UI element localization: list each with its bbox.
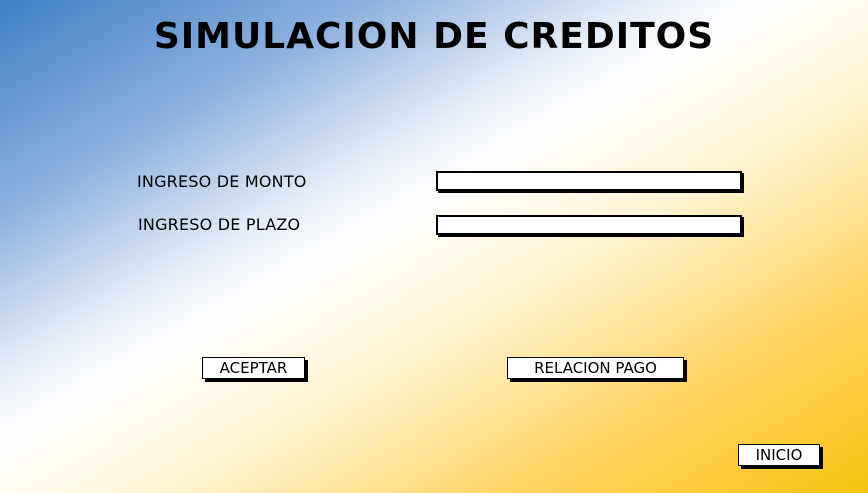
inicio-button[interactable]: INICIO <box>738 444 820 466</box>
relacion-pago-button[interactable]: RELACION PAGO <box>507 357 684 379</box>
monto-label: INGRESO DE MONTO <box>137 172 307 191</box>
page-title: SIMULACION DE CREDITOS <box>153 16 715 57</box>
plazo-input[interactable] <box>436 215 742 235</box>
plazo-label: INGRESO DE PLAZO <box>138 215 301 234</box>
aceptar-button[interactable]: ACEPTAR <box>202 357 305 379</box>
monto-input[interactable] <box>436 171 742 191</box>
